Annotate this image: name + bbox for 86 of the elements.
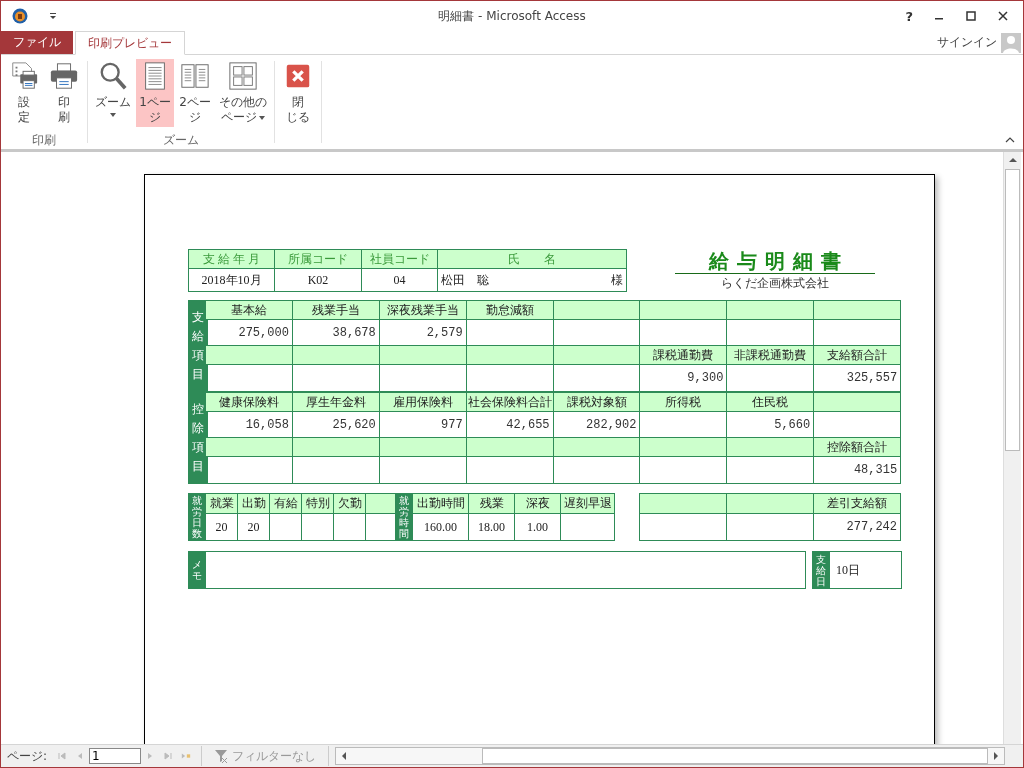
report-title: 給与明細書 [675, 249, 875, 274]
section-label: 支給日 [813, 552, 830, 588]
two-pages-icon [180, 61, 210, 91]
table-cell: 20 [238, 514, 270, 541]
help-button[interactable]: ? [905, 8, 913, 24]
page-setup-icon [9, 61, 39, 91]
ribbon-button[interactable]: ズーム [92, 59, 134, 119]
table-header-cell: 非課税通勤費 [727, 346, 815, 365]
table-header-cell: 雇用保険料 [379, 393, 467, 412]
table-header-cell: 出勤 [238, 494, 270, 514]
ribbon-button[interactable]: 1ペー ジ [136, 59, 174, 127]
table-cell [334, 514, 366, 541]
table-header-cell: 就業 [206, 494, 238, 514]
table-cell: 04 [362, 269, 438, 292]
table-header-cell: 支給額合計 [814, 346, 902, 365]
table-header-cell: 課税対象額 [553, 393, 641, 412]
ribbon-button[interactable]: 印 刷 [45, 59, 83, 127]
table-header-cell: 健康保険料 [206, 393, 293, 412]
table-header-cell: 残業 [469, 494, 515, 514]
table-header-cell: 勤怠減額 [466, 301, 554, 320]
section-label: メモ [189, 552, 206, 588]
table-header-cell: 残業手当 [292, 301, 380, 320]
table-header-cell: 氏 名 [438, 250, 627, 269]
scrollbar-thumb[interactable] [482, 748, 988, 764]
table-cell [270, 514, 302, 541]
table-header-cell: 深夜残業手当 [379, 301, 467, 320]
table-cell: 18.00 [469, 514, 515, 541]
window-title: 明細書 - Microsoft Access [438, 7, 586, 25]
table-header-cell: 控除額合計 [814, 438, 902, 457]
table-header-cell: 課税通勤費 [640, 346, 728, 365]
table-header-cell: 所得税 [640, 393, 728, 412]
section-label: 就労日数 [189, 494, 206, 541]
company-name: らくだ企画株式会社 [721, 275, 829, 292]
table-cell [561, 514, 615, 541]
maximize-icon[interactable] [965, 10, 977, 22]
table-cell: 20 [206, 514, 238, 541]
table-cell: 160.00 [413, 514, 469, 541]
customize-caret-icon[interactable] [49, 12, 57, 20]
ribbon-button[interactable]: 2ペー ジ [176, 59, 214, 127]
table-header-cell: 社員コード [362, 250, 438, 269]
table-header-cell: 出勤時間 [413, 494, 469, 514]
table-cell: 1.00 [515, 514, 561, 541]
employee-name: 松田 聡 [441, 271, 489, 289]
table-cell: K02 [275, 269, 362, 292]
table-header-cell: 遅刻早退 [561, 494, 615, 514]
table-header-cell: 住民税 [727, 393, 815, 412]
ribbon-tab[interactable]: ファイル [1, 31, 73, 54]
app-icon[interactable] [12, 8, 28, 24]
table-cell: 277,242 [814, 514, 901, 541]
table-cell [302, 514, 334, 541]
pay-date-value: 10日 [835, 561, 860, 579]
group-label: 印刷 [32, 133, 56, 147]
table-header-cell: 有給 [270, 494, 302, 514]
multiple-pages-icon [228, 61, 258, 91]
sign-in-link[interactable]: サインイン [937, 34, 997, 51]
section-label: 控除項目 [189, 393, 208, 484]
section-label: 支給項目 [189, 301, 208, 392]
printer-icon [49, 61, 79, 91]
ribbon-button[interactable]: 閉 じる [279, 59, 317, 127]
table-header-cell: 特別 [302, 494, 334, 514]
section-label: 就労時間 [396, 494, 413, 541]
table-header-cell: 差引支給額 [814, 494, 901, 514]
page-label: ページ: [7, 747, 48, 765]
table-header-cell: 社会保険料合計 [466, 393, 554, 412]
table-cell: 325,557 [814, 365, 902, 392]
search-icon [98, 61, 128, 91]
table-cell: 48,315 [814, 457, 902, 484]
honorific: 様 [611, 271, 623, 289]
group-label: ズーム [163, 133, 199, 147]
ribbon-button[interactable]: 設 定 [5, 59, 43, 127]
table-cell: 2018年10月 [189, 269, 275, 292]
close-icon[interactable] [997, 10, 1009, 22]
horizontal-scrollbar[interactable] [335, 747, 1005, 765]
ribbon-button[interactable]: その他の ページ [216, 59, 270, 127]
ribbon-tab[interactable]: 印刷プレビュー [75, 31, 185, 55]
table-cell: 9,300 [640, 365, 728, 392]
scrollbar-thumb[interactable] [1005, 169, 1020, 451]
table-header-cell: 支 給 年 月 [189, 250, 275, 269]
collapse-ribbon-icon[interactable] [1005, 137, 1015, 143]
table-header-cell: 深夜 [515, 494, 561, 514]
table-header-cell: 基本給 [206, 301, 293, 320]
table-header-cell: 厚生年金料 [292, 393, 380, 412]
table-header-cell: 所属コード [275, 250, 362, 269]
table-header-cell: 欠勤 [334, 494, 366, 514]
filter-icon [214, 749, 229, 763]
page-number-field[interactable]: 1 [89, 748, 142, 764]
